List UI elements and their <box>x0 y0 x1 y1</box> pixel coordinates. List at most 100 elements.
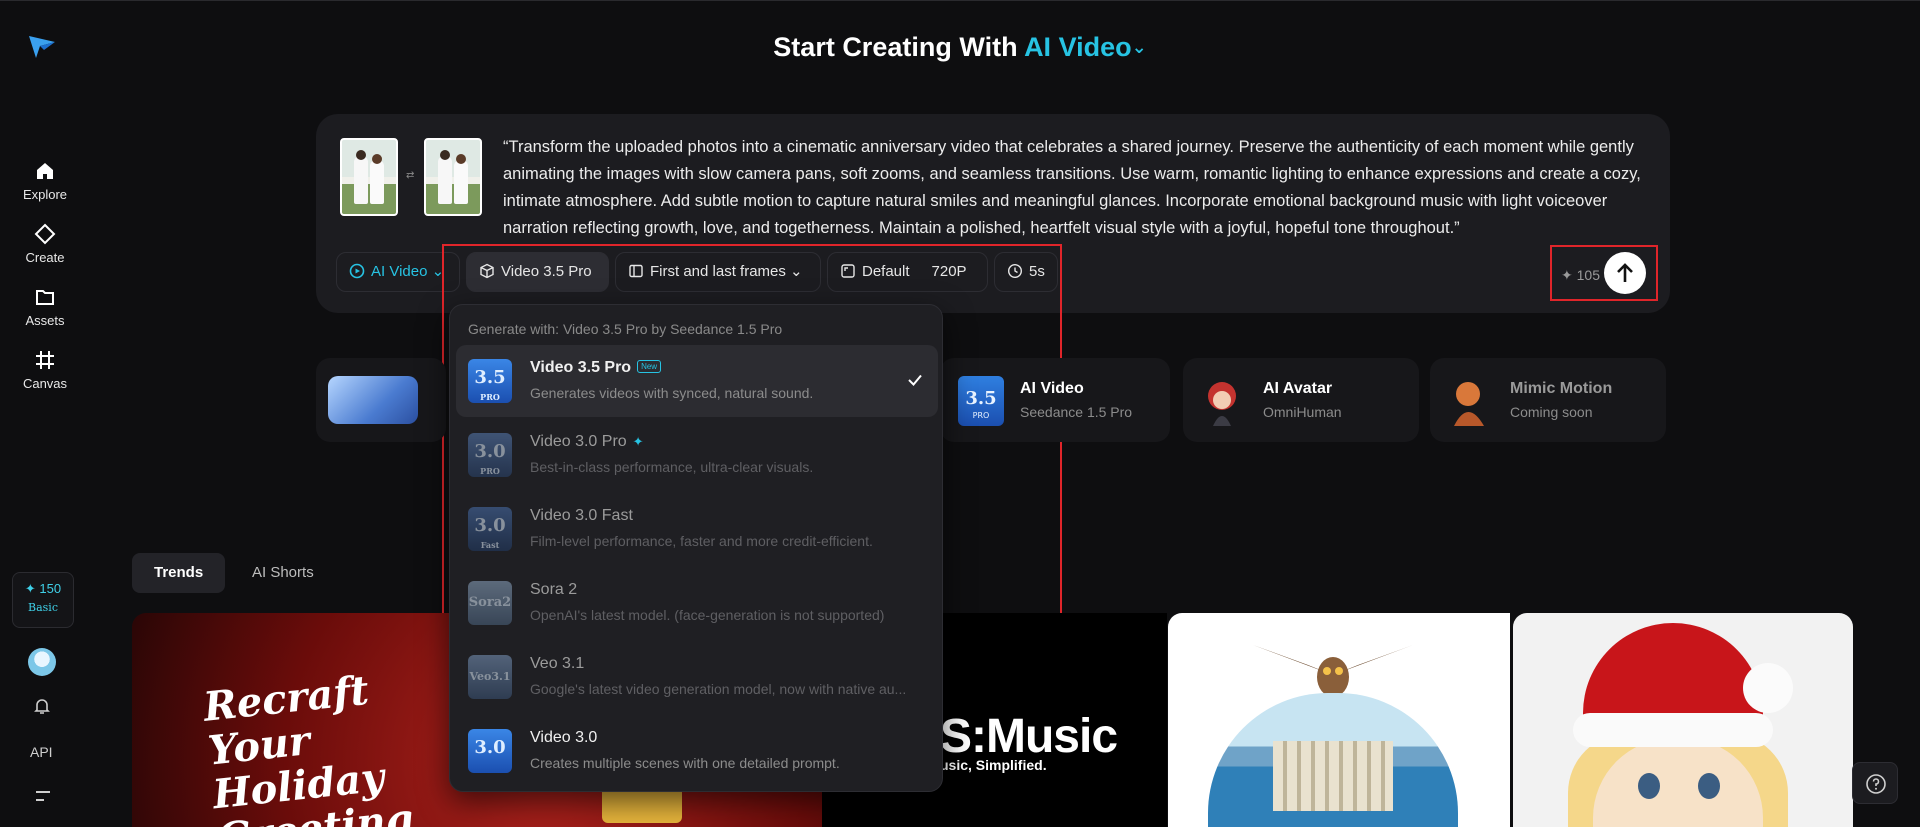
svg-text:3.5: 3.5 <box>965 388 996 409</box>
sidebar-item-label: Canvas <box>22 376 68 391</box>
ratio-label: Default <box>862 263 910 280</box>
mode-button-label: AI Video <box>371 263 428 280</box>
model-description: OpenAI's latest model. (face-generation … <box>530 607 885 623</box>
model-icon: 3.5 PRO <box>468 359 512 403</box>
aspect-ratio-icon <box>841 264 855 278</box>
pegasus-thumbnail <box>328 376 418 424</box>
model-description: Google's latest video generation model, … <box>530 681 907 697</box>
music-title: S:Music <box>940 710 1118 763</box>
menu-icon[interactable] <box>34 788 52 809</box>
model-icon: 3.0 <box>468 729 512 773</box>
feature-card-mimic-motion[interactable]: Mimic Motion Coming soon <box>1430 358 1666 442</box>
uploaded-photo-2[interactable] <box>424 138 482 216</box>
feature-subtitle: Seedance 1.5 Pro <box>1020 404 1133 420</box>
feature-subtitle: Coming soon <box>1510 404 1593 420</box>
model-option-sora-2[interactable]: Sora2 Sora 2 OpenAI's latest model. (fac… <box>456 567 938 639</box>
ratio-resolution-button[interactable]: Default 720P <box>827 252 988 292</box>
uploaded-photo-1[interactable] <box>340 138 398 216</box>
model-icon: 3.0 Fast <box>468 507 512 551</box>
duration-button[interactable]: 5s <box>994 252 1058 292</box>
model-option-video-3-0-fast[interactable]: 3.0 Fast Video 3.0 Fast Film-level perfor… <box>456 493 938 565</box>
sidebar-item-label: Assets <box>25 313 65 328</box>
sidebar-item-explore[interactable]: Explore <box>10 160 80 216</box>
model-option-video-3-0-pro[interactable]: 3.0 PRO Video 3.0 Pro ✦ Best-in-class perf… <box>456 419 938 491</box>
feature-card-image[interactable] <box>316 358 446 442</box>
sidebar-item-label: Create <box>25 250 65 265</box>
bell-icon[interactable] <box>32 696 52 721</box>
model-name: Video 3.0 <box>530 729 598 746</box>
submit-button[interactable] <box>1604 252 1646 294</box>
chevron-down-icon: ⌄ <box>785 263 803 280</box>
sidebar-item-canvas[interactable]: Canvas <box>10 349 80 405</box>
model-description: Best-in-class performance, ultra-clear v… <box>530 459 814 475</box>
home-icon <box>37 163 53 179</box>
avatar[interactable] <box>28 648 56 676</box>
model-option-video-3-5-pro[interactable]: 3.5 PRO Video 3.5 Pro New Generates videos… <box>456 345 938 417</box>
model-icon: Sora2 <box>468 581 512 625</box>
tab-trends[interactable]: Trends <box>132 553 226 593</box>
tab-ai-shorts[interactable]: AI Shorts <box>230 553 336 593</box>
sidebar-item-create[interactable]: Create <box>10 223 80 279</box>
frames-button-label: First and last frames <box>650 263 786 280</box>
model-dropdown: Generate with: Video 3.5 Pro by Seedance… <box>449 304 943 792</box>
prompt-input[interactable]: “Transform the uploaded photos into a ci… <box>503 134 1643 242</box>
model-name: Video 3.0 Pro ✦ <box>530 433 644 450</box>
api-link[interactable]: API <box>30 744 53 760</box>
model-button-label: Video 3.5 Pro <box>501 263 592 280</box>
model-option-veo-3-1[interactable]: Veo3.1 Veo 3.1 Google's latest video gen… <box>456 641 938 713</box>
sidebar: Explore Create Assets Canvas ✦ 150 Basic… <box>0 0 90 827</box>
mode-button[interactable]: AI Video ⌄ <box>336 252 460 292</box>
mode-label: AI Video <box>1024 32 1132 62</box>
credits-box[interactable]: ✦ 150 Basic <box>12 572 74 628</box>
model-icon: 3.0 PRO <box>468 433 512 477</box>
media-card-temple[interactable] <box>1168 613 1510 827</box>
temple-columns <box>1273 741 1393 811</box>
feature-card-ai-avatar[interactable]: AI Avatar OmniHuman <box>1183 358 1419 442</box>
frames-icon <box>629 264 643 278</box>
prompt-card: ⇄ “Transform the uploaded photos into a … <box>316 114 1670 313</box>
arrow-up-icon <box>1617 263 1633 282</box>
dropdown-header: Generate with: Video 3.5 Pro by Seedance… <box>468 321 783 337</box>
diamond-icon <box>34 223 56 245</box>
model-description: Generates videos with synced, natural so… <box>530 385 814 401</box>
title-prefix: Start Creating With <box>773 32 1018 62</box>
model-description: Film-level performance, faster and more … <box>530 533 873 549</box>
feature-subtitle: OmniHuman <box>1263 404 1342 420</box>
model-name: Video 3.0 Fast <box>530 507 633 524</box>
sidebar-item-assets[interactable]: Assets <box>10 286 80 342</box>
credit-cost: ✦ 105 <box>1561 267 1600 283</box>
top-border <box>0 0 1920 1</box>
sparkle-icon: ✦ <box>632 434 644 449</box>
model-description: Creates multiple scenes with one detaile… <box>530 755 840 771</box>
hat-band <box>1573 713 1773 747</box>
duration-label: 5s <box>1029 263 1045 280</box>
model-icon: Veo3.1 <box>468 655 512 699</box>
cube-icon <box>480 263 494 279</box>
mode-selector[interactable]: AI Video⌄ <box>1024 32 1147 62</box>
help-button[interactable] <box>1852 762 1898 804</box>
page-title: Start Creating With AI Video⌄ <box>0 32 1920 63</box>
sidebar-item-label: Explore <box>22 187 68 202</box>
feature-title: Mimic Motion <box>1510 380 1613 397</box>
clock-icon <box>1007 263 1023 279</box>
plan-label: Basic <box>28 601 58 614</box>
frames-button[interactable]: First and last frames ⌄ <box>615 252 821 292</box>
model-button[interactable]: Video 3.5 Pro <box>466 252 609 292</box>
hat-pom <box>1743 663 1793 713</box>
model-name: Veo 3.1 <box>530 655 585 672</box>
feature-title: AI Video <box>1020 380 1084 397</box>
check-icon <box>908 374 922 386</box>
chevron-down-icon: ⌄ <box>1131 37 1147 57</box>
model-option-video-3-0[interactable]: 3.0 Video 3.0 Creates multiple scenes wi… <box>456 715 938 787</box>
new-badge: New <box>637 360 662 373</box>
mimic-motion-icon <box>1446 376 1492 426</box>
holiday-title: Recraft Your Holiday Greeting <box>201 666 415 827</box>
frame-icon <box>36 351 54 369</box>
music-subtitle: usic, Simplified. <box>940 757 1047 773</box>
media-card-doll[interactable] <box>1513 613 1853 827</box>
video-mode-icon <box>349 263 365 279</box>
feature-card-ai-video[interactable]: 3.5 PRO AI Video Seedance 1.5 Pro <box>940 358 1170 442</box>
swap-icon[interactable]: ⇄ <box>406 170 414 181</box>
ai-video-icon: 3.5 PRO <box>958 376 1004 426</box>
model-name: Sora 2 <box>530 581 578 598</box>
